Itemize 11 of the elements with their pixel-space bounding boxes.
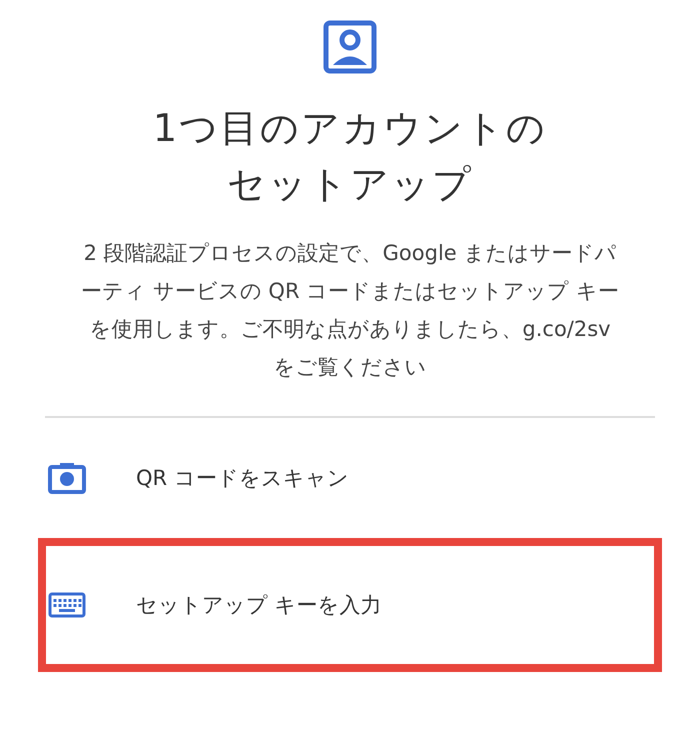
description-text: ーティ サービスの QR コードまたはセットアップ キー (81, 278, 619, 305)
description-text: をご覧ください (274, 354, 426, 381)
description-text: を使用します。ご不明な点がありましたら、g.co/2sv (89, 316, 611, 343)
option-label[interactable]: QR コードをスキャン (136, 464, 349, 492)
page-title: セットアップ (227, 161, 473, 208)
account-icon (323, 20, 377, 74)
page-title: 1つ目のアカウントの (152, 105, 548, 152)
option-label[interactable]: セットアップ キーを入力 (136, 591, 382, 619)
camera-icon (48, 462, 86, 494)
keyboard-icon (48, 592, 86, 618)
description-text: 2 段階認証プロセスの設定で、Google またはサードパ (84, 240, 616, 267)
